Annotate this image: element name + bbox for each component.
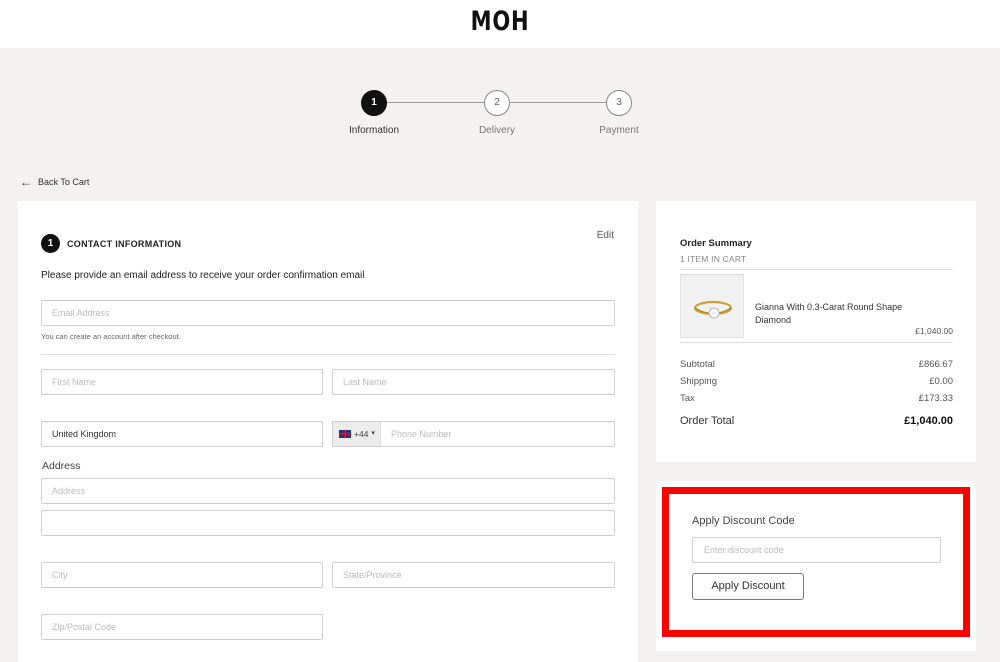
discount-code-input[interactable]: Enter discount code: [692, 537, 941, 563]
city-field[interactable]: City: [41, 562, 323, 588]
row-value: £0.00: [929, 376, 953, 387]
order-summary-card: Order Summary 1 ITEM IN CART Gianna With…: [656, 201, 976, 462]
step-label: Delivery: [478, 125, 516, 136]
last-name-field[interactable]: Last Name: [332, 369, 615, 395]
chevron-down-icon: ▾: [371, 430, 375, 437]
address-line-2-field[interactable]: [41, 510, 615, 536]
phone-placeholder: Phone Number: [391, 429, 452, 439]
site-header: MOH: [0, 0, 1000, 48]
contact-intro-text: Please provide an email address to recei…: [41, 270, 365, 281]
step-label: Information: [348, 125, 400, 136]
row-label: Tax: [680, 393, 695, 404]
ring-product-image[interactable]: [680, 274, 744, 338]
divider: [680, 342, 953, 343]
phone-code: +44: [354, 429, 369, 439]
address-label: Address: [42, 460, 81, 472]
country-select[interactable]: United Kingdom: [41, 421, 323, 447]
section-number-badge: 1: [41, 234, 60, 253]
email-hint: You can create an account after checkout…: [41, 332, 181, 341]
zip-field[interactable]: Zip/Postal Code: [41, 614, 323, 640]
edit-link[interactable]: Edit: [597, 230, 614, 241]
row-value: £866.67: [918, 359, 953, 370]
summary-row-subtotal: Subtotal £866.67: [680, 359, 953, 370]
row-label: Subtotal: [680, 359, 715, 370]
arrow-left-icon: ←: [20, 175, 32, 189]
step-label: Payment: [599, 125, 639, 136]
product-name[interactable]: Gianna With 0.3-Carat Round Shape Diamon…: [755, 301, 915, 326]
divider: [41, 354, 615, 355]
brand-logo[interactable]: MOH: [110, 6, 890, 37]
section-title: CONTACT INFORMATION: [67, 238, 182, 249]
contact-section-header: 1 CONTACT INFORMATION: [41, 234, 181, 253]
summary-row-shipping: Shipping £0.00: [680, 376, 953, 387]
back-to-cart-label: Back To Cart: [38, 177, 90, 187]
step-information[interactable]: 1 Information: [324, 90, 424, 136]
uk-flag-icon: [339, 430, 351, 438]
order-summary-title: Order Summary: [680, 238, 752, 249]
divider: [680, 269, 953, 270]
step-payment[interactable]: 3 Payment: [569, 90, 669, 136]
order-total-value: £1,040.00: [904, 415, 953, 427]
contact-form-card: 1 CONTACT INFORMATION Edit Please provid…: [18, 201, 638, 662]
state-field[interactable]: State/Province: [332, 562, 615, 588]
discount-card: Apply Discount Code Enter discount code …: [656, 481, 976, 651]
row-label: Shipping: [680, 376, 717, 387]
back-to-cart-link[interactable]: ← Back To Cart: [20, 176, 89, 188]
step-number: 2: [484, 90, 510, 116]
cart-item-count: 1 ITEM IN CART: [680, 254, 747, 264]
step-number: 3: [606, 90, 632, 116]
first-name-field[interactable]: First Name: [41, 369, 323, 395]
phone-field[interactable]: +44 ▾ Phone Number: [332, 421, 615, 447]
checkout-progress: 1 Information 2 Delivery 3 Payment: [320, 90, 680, 140]
discount-title: Apply Discount Code: [692, 515, 795, 527]
step-number: 1: [361, 90, 387, 116]
apply-discount-button[interactable]: Apply Discount: [692, 573, 804, 600]
address-field[interactable]: Address: [41, 478, 615, 504]
country-code-select[interactable]: +44 ▾: [333, 422, 381, 446]
summary-row-tax: Tax £173.33: [680, 393, 953, 404]
order-total-label: Order Total: [680, 415, 735, 427]
row-value: £173.33: [918, 393, 953, 404]
step-delivery[interactable]: 2 Delivery: [447, 90, 547, 136]
order-total-row: Order Total £1,040.00: [680, 415, 953, 427]
email-field[interactable]: Email Address: [41, 300, 615, 326]
product-price: £1,040.00: [915, 326, 953, 336]
